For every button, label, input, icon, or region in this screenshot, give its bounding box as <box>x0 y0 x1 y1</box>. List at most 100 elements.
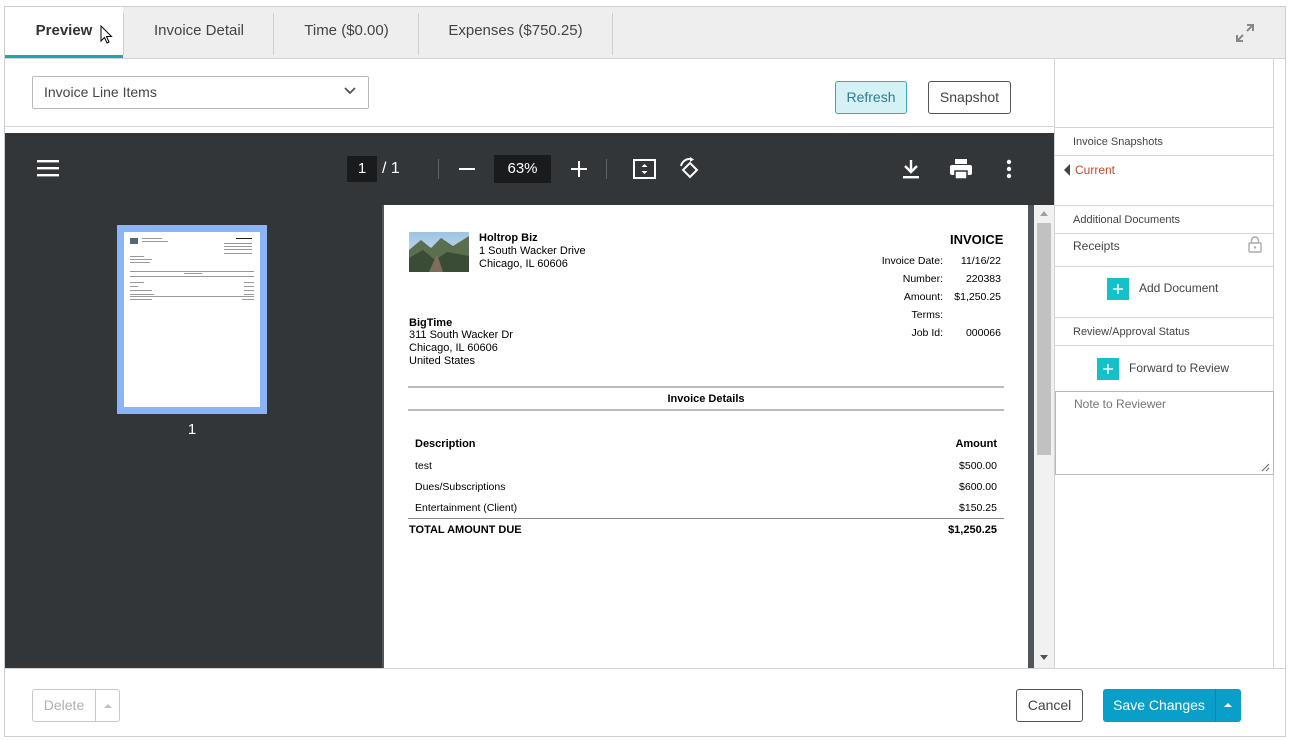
tab-time[interactable]: Time ($0.00) <box>274 7 419 58</box>
column-header-description: Description <box>415 438 476 450</box>
split-divider <box>1215 689 1216 722</box>
review-status-header: Review/Approval Status <box>1055 317 1274 346</box>
invoice-snapshots-header: Invoice Snapshots <box>1055 127 1274 156</box>
zoom-level-input[interactable]: 63% <box>494 155 551 183</box>
company-logo <box>409 232 469 272</box>
delete-split-button: Delete <box>32 689 120 722</box>
line-item-description: test <box>415 460 432 472</box>
total-value: $1,250.25 <box>948 524 997 536</box>
caret-up-icon[interactable] <box>1223 702 1233 708</box>
tab-invoice-detail-label: Invoice Detail <box>153 22 245 39</box>
download-icon[interactable] <box>900 157 922 181</box>
lock-icon <box>1248 236 1262 253</box>
forward-to-review-button[interactable]: Forward to Review <box>1097 358 1267 380</box>
cancel-button[interactable]: Cancel <box>1016 689 1083 722</box>
zoom-in-icon[interactable] <box>569 157 589 181</box>
expand-icon[interactable] <box>1233 21 1257 45</box>
tab-bar: Preview Invoice Detail Time ($0.00) Expe… <box>5 7 1285 59</box>
divider <box>408 409 1004 411</box>
tab-preview-label: Preview <box>35 22 93 39</box>
tab-expenses-label: Expenses ($750.25) <box>448 22 583 39</box>
thumbnail-page-number: 1 <box>187 421 197 438</box>
toolbar-divider <box>606 159 607 179</box>
total-label: TOTAL AMOUNT DUE <box>409 524 522 536</box>
page-total: / 1 <box>382 160 400 177</box>
menu-icon[interactable] <box>37 159 59 177</box>
total-divider <box>408 518 1004 519</box>
line-item-amount: $600.00 <box>959 481 997 493</box>
column-header-amount: Amount <box>955 438 997 450</box>
add-document-button[interactable]: Add Document <box>1107 278 1257 300</box>
document-scrollbar[interactable] <box>1034 205 1054 668</box>
meta-value: $1,250.25 <box>954 291 1001 303</box>
snapshot-current[interactable]: Current <box>1075 163 1115 177</box>
receipts-label: Receipts <box>1073 239 1120 253</box>
bill-to-name: BigTime <box>409 317 453 329</box>
document-view: Holtrop Biz 1 South Wacker Drive Chicago… <box>382 205 1054 668</box>
meta-label: Invoice Date: <box>881 255 943 267</box>
bill-to-line: 311 South Wacker Dr <box>409 329 513 341</box>
scroll-down-icon[interactable] <box>1039 654 1049 662</box>
page-thumbnail[interactable] <box>117 225 267 414</box>
forward-to-review-label: Forward to Review <box>1129 361 1230 375</box>
divider <box>1055 266 1274 267</box>
bill-to-line: Chicago, IL 60606 <box>409 342 498 354</box>
page-number-input[interactable]: 1 <box>347 156 377 182</box>
plus-icon <box>1097 358 1119 380</box>
divider <box>408 386 1004 388</box>
tab-invoice-detail[interactable]: Invoice Detail <box>124 7 274 58</box>
zoom-out-icon[interactable] <box>457 157 477 181</box>
details-heading: Invoice Details <box>667 393 745 405</box>
snapshot-button[interactable]: Snapshot <box>928 81 1011 114</box>
meta-value: 000066 <box>965 327 1001 339</box>
scrollbar-thumb[interactable] <box>1037 223 1051 455</box>
company-address-line: Chicago, IL 60606 <box>479 258 568 270</box>
footer: Delete Cancel Save Changes <box>5 668 1285 737</box>
refresh-button[interactable]: Refresh <box>835 81 907 114</box>
save-changes-button[interactable]: Save Changes <box>1103 689 1215 722</box>
line-item-amount: $500.00 <box>959 460 997 472</box>
pdf-toolbar: 1 / 1 63% <box>5 133 1054 205</box>
chevron-down-icon <box>344 87 356 95</box>
thumbnail-page <box>124 232 260 407</box>
company-name: Holtrop Biz <box>479 232 538 244</box>
meta-value: 220383 <box>965 273 1001 285</box>
meta-label: Job Id: <box>911 327 943 339</box>
pdf-viewer: 1 / 1 63% 1 Holtrop Biz 1 South Wacker D… <box>5 133 1054 668</box>
additional-documents-header: Additional Documents <box>1055 205 1274 234</box>
add-document-label: Add Document <box>1139 281 1219 295</box>
toolbar-divider <box>438 159 439 179</box>
invoice-page: Holtrop Biz 1 South Wacker Drive Chicago… <box>384 205 1028 668</box>
line-item-description: Entertainment (Client) <box>415 502 518 514</box>
tab-expenses[interactable]: Expenses ($750.25) <box>419 7 612 58</box>
invoice-title: INVOICE <box>950 232 1004 247</box>
invoice-editor: Preview Invoice Detail Time ($0.00) Expe… <box>4 6 1286 737</box>
sidebar: Invoice Snapshots Current Additional Doc… <box>1054 59 1274 668</box>
more-options-icon[interactable] <box>1003 158 1015 180</box>
fit-page-icon[interactable] <box>632 158 657 180</box>
line-item-description: Dues/Subscriptions <box>415 481 506 493</box>
meta-label: Terms: <box>911 309 944 321</box>
caret-up-icon[interactable] <box>103 703 113 709</box>
save-split-button: Save Changes <box>1103 689 1241 722</box>
rotate-icon[interactable] <box>677 157 703 181</box>
resize-grip-icon[interactable] <box>1260 462 1270 472</box>
thumbnail-panel: 1 <box>5 205 382 668</box>
line-item-amount: $150.25 <box>959 502 997 514</box>
delete-button[interactable]: Delete <box>33 690 96 721</box>
caret-left-icon <box>1064 164 1070 176</box>
plus-icon <box>1107 278 1129 300</box>
meta-value: 11/16/22 <box>960 255 1001 267</box>
tab-time-label: Time ($0.00) <box>304 22 389 39</box>
view-select-value: Invoice Line Items <box>44 84 157 100</box>
meta-label: Number: <box>902 273 943 285</box>
mouse-cursor-icon <box>100 25 113 44</box>
print-icon[interactable] <box>948 157 974 181</box>
view-select[interactable]: Invoice Line Items <box>32 76 369 109</box>
bill-to-line: United States <box>409 355 476 367</box>
tab-divider <box>612 13 613 55</box>
meta-label: Amount: <box>903 291 943 303</box>
note-to-reviewer-input[interactable] <box>1055 391 1274 475</box>
scroll-up-icon[interactable] <box>1039 209 1049 217</box>
company-address-line: 1 South Wacker Drive <box>479 245 586 257</box>
